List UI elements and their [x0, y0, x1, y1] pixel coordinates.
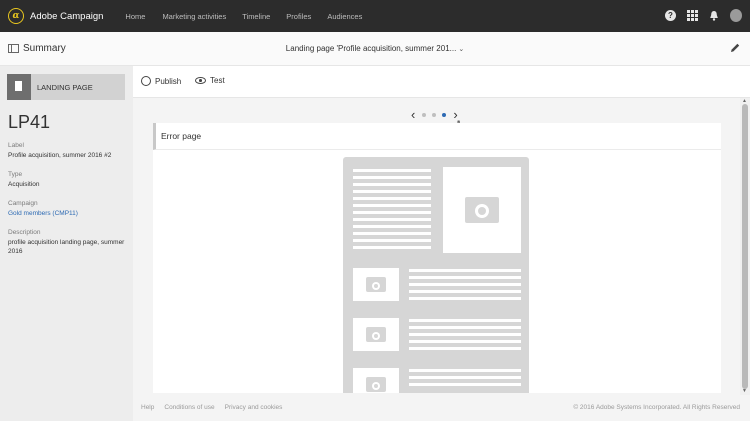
test-label: Test: [210, 76, 225, 85]
scrollbar-thumb[interactable]: [742, 104, 748, 389]
description-field-label: Description: [8, 229, 41, 236]
footer-link-help[interactable]: Help: [141, 404, 154, 411]
type-field-value: Acquisition: [8, 181, 40, 188]
image-placeholder: [353, 368, 399, 393]
pager-dot[interactable]: [422, 113, 427, 117]
object-type-badge: LANDING PAGE: [7, 74, 125, 100]
previous-page-arrow-icon[interactable]: ‹: [411, 108, 415, 121]
landing-page-icon: [7, 74, 31, 100]
breadcrumb-title[interactable]: Landing page 'Profile acquisition, summe…: [0, 44, 750, 53]
pager-dot[interactable]: [432, 113, 437, 117]
summary-bar: Summary Landing page 'Profile acquisitio…: [0, 32, 750, 66]
content-canvas: ‹ › Error page: [133, 98, 740, 395]
page-layout-preview[interactable]: [343, 157, 529, 393]
apps-grid-icon[interactable]: [686, 9, 698, 21]
card-title: Error page: [161, 131, 202, 141]
copyright-text: © 2016 Adobe Systems Incorporated. All R…: [573, 404, 740, 411]
footer-link-privacy[interactable]: Privacy and cookies: [225, 404, 283, 411]
footer: Help Conditions of use Privacy and cooki…: [133, 395, 750, 421]
image-placeholder: [353, 318, 399, 351]
main-nav: Home Marketing activities Timeline Profi…: [125, 12, 378, 21]
camera-icon: [366, 327, 386, 342]
pager-dots: [419, 113, 449, 117]
object-type-label: LANDING PAGE: [37, 83, 93, 92]
nav-audiences[interactable]: Audiences: [327, 12, 362, 21]
image-placeholder: [353, 268, 399, 301]
globe-icon: [141, 76, 151, 86]
type-field-label: Type: [8, 171, 23, 178]
description-field-value: profile acquisition landing page, summer…: [8, 239, 125, 255]
camera-icon: [465, 197, 499, 223]
nav-home[interactable]: Home: [125, 12, 145, 21]
top-right-icons: ?: [655, 8, 742, 22]
help-icon[interactable]: ?: [665, 9, 676, 21]
image-placeholder: [443, 167, 521, 253]
top-navigation-bar: α Adobe Campaign Home Marketing activiti…: [0, 0, 750, 32]
campaign-link[interactable]: Gold members (CMP11): [8, 209, 128, 218]
eye-icon: [195, 77, 206, 84]
scroll-down-arrow-icon[interactable]: ▼: [742, 388, 747, 394]
footer-link-conditions[interactable]: Conditions of use: [164, 404, 214, 411]
page-carousel-pager: ‹ ›: [411, 108, 458, 121]
nav-profiles[interactable]: Profiles: [286, 12, 311, 21]
action-toolbar: Publish Test: [133, 66, 750, 98]
test-button[interactable]: Test: [195, 76, 225, 85]
camera-icon: [366, 277, 386, 292]
summary-panel: LANDING PAGE LP41 Label Profile acquisit…: [0, 66, 133, 421]
landing-page-title[interactable]: Landing page 'Profile acquisition, summe…: [286, 44, 457, 53]
label-field-value: Profile acquisition, summer 2016 #2: [8, 152, 112, 159]
bell-icon[interactable]: [708, 9, 720, 21]
adobe-campaign-logo-icon[interactable]: α: [8, 8, 24, 24]
pager-dot[interactable]: [442, 113, 447, 117]
next-page-arrow-icon[interactable]: ›: [453, 108, 457, 121]
publish-label: Publish: [155, 76, 182, 86]
scroll-up-arrow-icon[interactable]: ▲: [742, 98, 747, 104]
nav-timeline[interactable]: Timeline: [242, 12, 270, 21]
chevron-down-icon[interactable]: ⌄: [458, 46, 464, 53]
avatar[interactable]: [730, 8, 742, 22]
error-page-card: Error page: [153, 123, 721, 393]
nav-marketing-activities[interactable]: Marketing activities: [162, 12, 226, 21]
campaign-field-label: Campaign: [8, 200, 38, 207]
footer-links: Help Conditions of use Privacy and cooki…: [141, 404, 292, 411]
card-header: [153, 123, 721, 150]
pencil-edit-icon[interactable]: [729, 42, 741, 54]
publish-button[interactable]: Publish: [141, 76, 181, 86]
camera-icon: [366, 377, 386, 392]
brand-name[interactable]: Adobe Campaign: [30, 11, 103, 22]
landing-page-id: LP41: [8, 112, 51, 132]
label-field-label: Label: [8, 142, 24, 149]
